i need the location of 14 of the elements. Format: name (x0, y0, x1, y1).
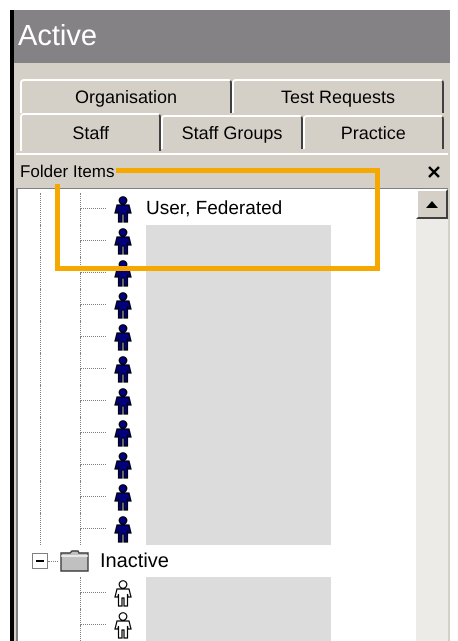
folder-icon (60, 549, 90, 573)
folder-label[interactable]: Inactive (100, 546, 169, 576)
tab[interactable]: Practice (302, 115, 444, 149)
tab[interactable]: Staff (20, 113, 162, 151)
tab[interactable]: Staff Groups (161, 115, 303, 149)
scrollbar[interactable] (416, 189, 448, 641)
tree-item-label[interactable]: User, Federated (146, 194, 282, 224)
close-icon[interactable] (428, 166, 440, 178)
collapse-toggle-icon[interactable] (32, 553, 48, 569)
up-arrow-icon (426, 200, 438, 208)
header-title: Active (18, 18, 97, 54)
tab[interactable]: Test Requests (232, 79, 444, 113)
tab[interactable]: Organisation (20, 79, 232, 113)
scroll-up-button[interactable] (416, 189, 448, 219)
